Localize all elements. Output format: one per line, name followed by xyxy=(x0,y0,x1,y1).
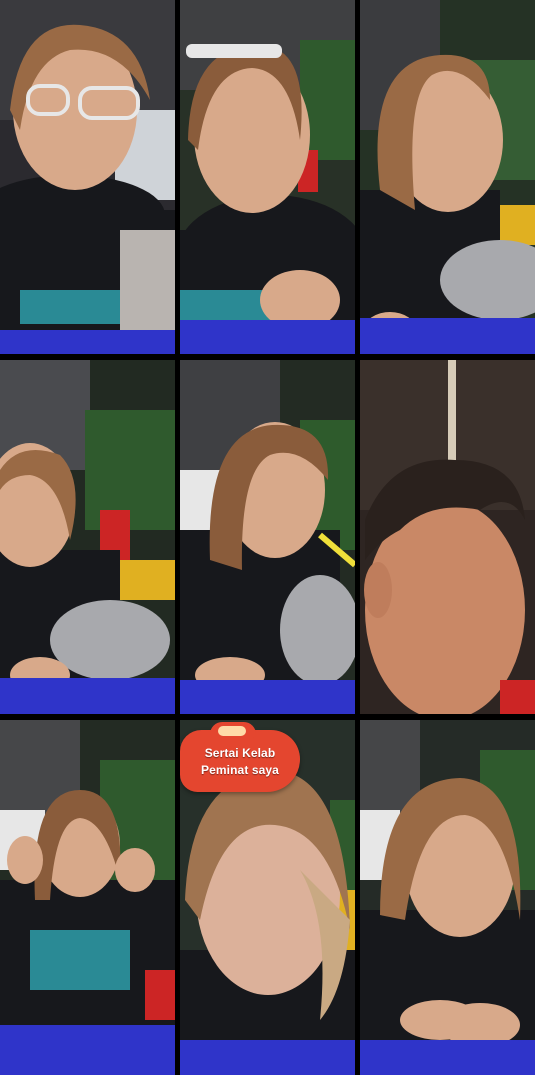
guest-video-feed xyxy=(180,0,355,354)
guest-video-tile-9[interactable] xyxy=(360,720,535,1075)
fan-club-label-line2: Peminat saya xyxy=(201,763,279,777)
join-fan-club-button[interactable]: Sertai Kelab Peminat saya xyxy=(180,722,300,792)
guest-video-tile-4[interactable] xyxy=(0,360,175,714)
host-video-tile[interactable]: Sertai Kelab Peminat saya xyxy=(180,720,355,1075)
guest-video-tile-3[interactable] xyxy=(360,0,535,354)
guest-video-tile-6[interactable] xyxy=(360,360,535,714)
badge-decoration xyxy=(218,726,246,736)
guest-video-tile-5[interactable] xyxy=(180,360,355,714)
guest-video-feed xyxy=(180,360,355,714)
guest-video-feed xyxy=(360,360,535,714)
guest-video-tile-7[interactable] xyxy=(0,720,175,1075)
fan-club-label-line1: Sertai Kelab xyxy=(204,746,276,760)
guest-video-feed xyxy=(360,720,535,1075)
guest-video-feed xyxy=(0,360,175,714)
guest-video-feed xyxy=(0,720,175,1075)
guest-video-feed xyxy=(0,0,175,354)
guest-video-tile-2[interactable] xyxy=(180,0,355,354)
guest-video-feed xyxy=(360,0,535,354)
guest-video-tile-1[interactable] xyxy=(0,0,175,354)
live-multi-guest-grid: Sertai Kelab Peminat saya xyxy=(0,0,535,1075)
